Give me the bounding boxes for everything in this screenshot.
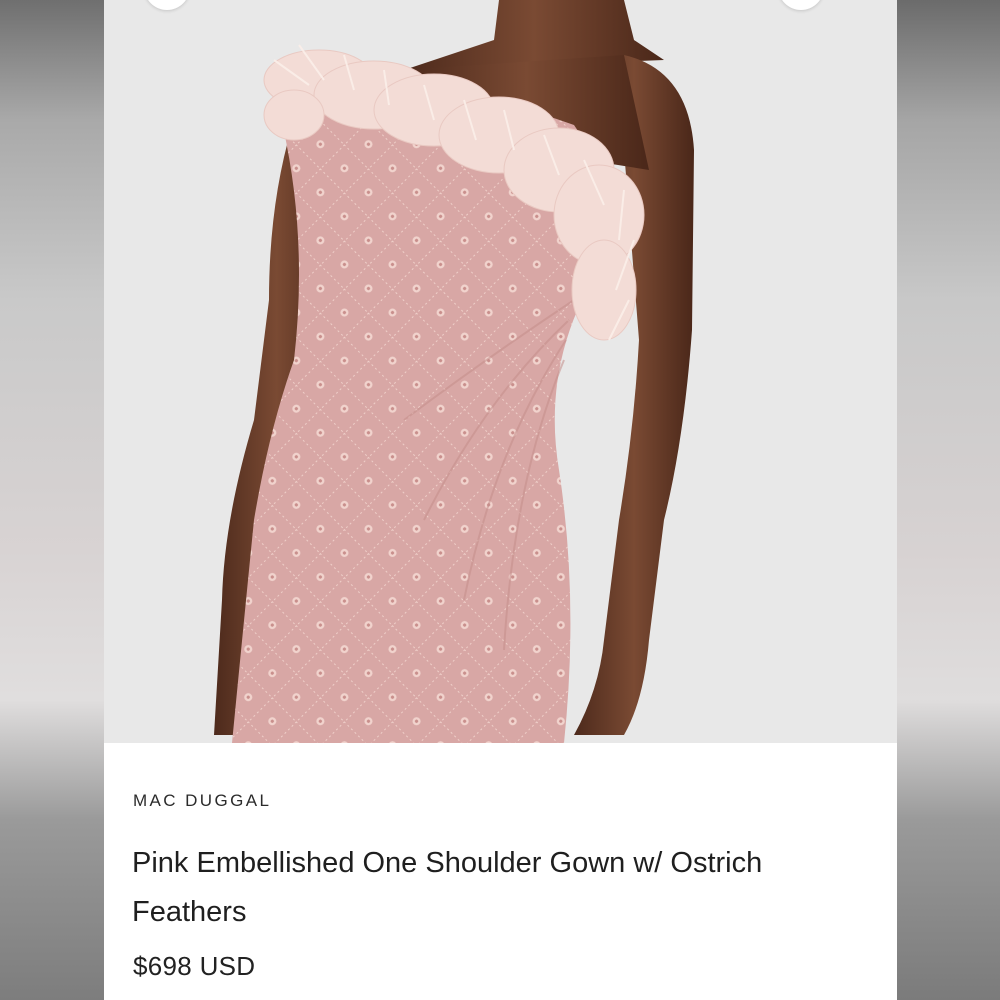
gown-illustration (104, 0, 897, 743)
product-price: $698 USD (133, 951, 256, 981)
brand-name[interactable]: MAC DUGGAL (133, 791, 271, 811)
backdrop-right (896, 0, 1000, 1000)
product-info: MAC DUGGAL Pink Embellished One Shoulder… (104, 743, 897, 1000)
product-card: MAC DUGGAL Pink Embellished One Shoulder… (104, 0, 897, 1000)
backdrop-left (0, 0, 104, 1000)
product-title[interactable]: Pink Embellished One Shoulder Gown w/ Os… (132, 839, 862, 937)
product-photo[interactable] (104, 0, 897, 743)
